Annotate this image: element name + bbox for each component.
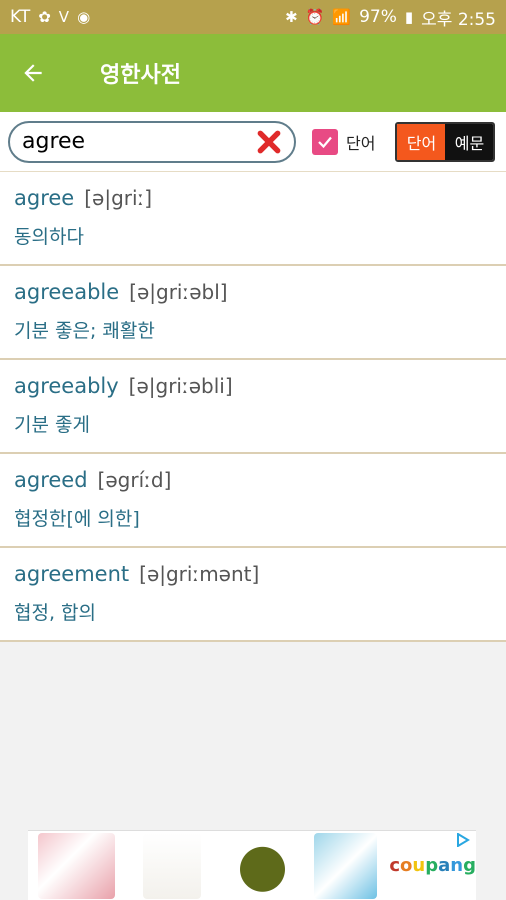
back-arrow-icon[interactable]	[18, 58, 48, 88]
page-title: 영한사전	[100, 63, 181, 88]
entry-pronunciation: [ə|griː]	[84, 186, 153, 210]
v3-icon: V	[58, 8, 70, 26]
toggle-word-button[interactable]: 단어	[397, 123, 446, 160]
entry-word: agreed	[14, 468, 88, 492]
app-bar: 영한사전	[0, 34, 506, 112]
list-item[interactable]: agreement [ə|griːmənt] 협정, 합의	[0, 548, 506, 642]
bluetooth-icon: ✱	[285, 8, 298, 26]
battery-icon: ▮	[404, 8, 414, 26]
list-item[interactable]: agreeable [ə|griːəbl] 기분 좋은; 쾌활한	[0, 266, 506, 360]
entry-pronunciation: [ə|griːmənt]	[139, 562, 260, 586]
entry-pronunciation: [əgríːd]	[97, 468, 172, 492]
search-row: 단어 단어 예문	[0, 112, 506, 172]
entry-pronunciation: [ə|griːəbl]	[129, 280, 228, 304]
notification-icon: ✿	[38, 8, 51, 26]
list-item[interactable]: agree [ə|griː] 동의하다	[0, 172, 506, 266]
entry-meaning: 기분 좋게	[14, 414, 90, 436]
entry-meaning: 기분 좋은; 쾌활한	[14, 320, 155, 342]
time-label: 오후 2:55	[421, 9, 496, 30]
ad-product-image[interactable]	[313, 832, 378, 899]
entry-meaning: 협정, 합의	[14, 602, 96, 624]
clear-icon[interactable]	[256, 129, 282, 155]
ad-product-image[interactable]	[142, 832, 201, 899]
toggle-example-button[interactable]: 예문	[445, 123, 494, 160]
adchoices-icon[interactable]	[456, 833, 470, 847]
alarm-icon: ⏰	[305, 8, 325, 26]
list-item[interactable]: agreed [əgríːd] 협정한[에 의한]	[0, 454, 506, 548]
entry-word: agree	[14, 186, 75, 210]
search-input[interactable]	[22, 129, 242, 154]
entry-pronunciation: [ə|griːəbli]	[128, 374, 233, 398]
entry-meaning: 동의하다	[14, 226, 84, 248]
status-bar: KT ✿ V ◉ ✱ ⏰ 📶 97% ▮ 오후 2:55	[0, 0, 506, 34]
wifi-icon: 📶	[332, 8, 352, 26]
shield-icon: ◉	[77, 8, 91, 26]
entry-word: agreeably	[14, 374, 119, 398]
ad-banner[interactable]: coupang	[28, 830, 476, 900]
entry-meaning: 협정한[에 의한]	[14, 508, 140, 530]
search-box	[8, 120, 296, 163]
carrier-label: KT	[10, 7, 31, 27]
coupang-logo[interactable]: coupang	[389, 855, 476, 876]
mode-toggle: 단어 예문	[395, 121, 496, 162]
entry-word: agreeable	[14, 280, 120, 304]
ad-product-image[interactable]	[228, 832, 296, 899]
word-checkbox[interactable]: 단어	[312, 128, 376, 155]
checkbox-label: 단어	[346, 133, 376, 153]
ad-product-image[interactable]	[38, 832, 115, 899]
list-item[interactable]: agreeably [ə|griːəbli] 기분 좋게	[0, 360, 506, 454]
entry-word: agreement	[14, 562, 130, 586]
battery-label: 97%	[359, 7, 397, 27]
results-list: agree [ə|griː] 동의하다 agreeable [ə|griːəbl] …	[0, 172, 506, 642]
checkbox-checked-icon[interactable]	[312, 128, 338, 155]
